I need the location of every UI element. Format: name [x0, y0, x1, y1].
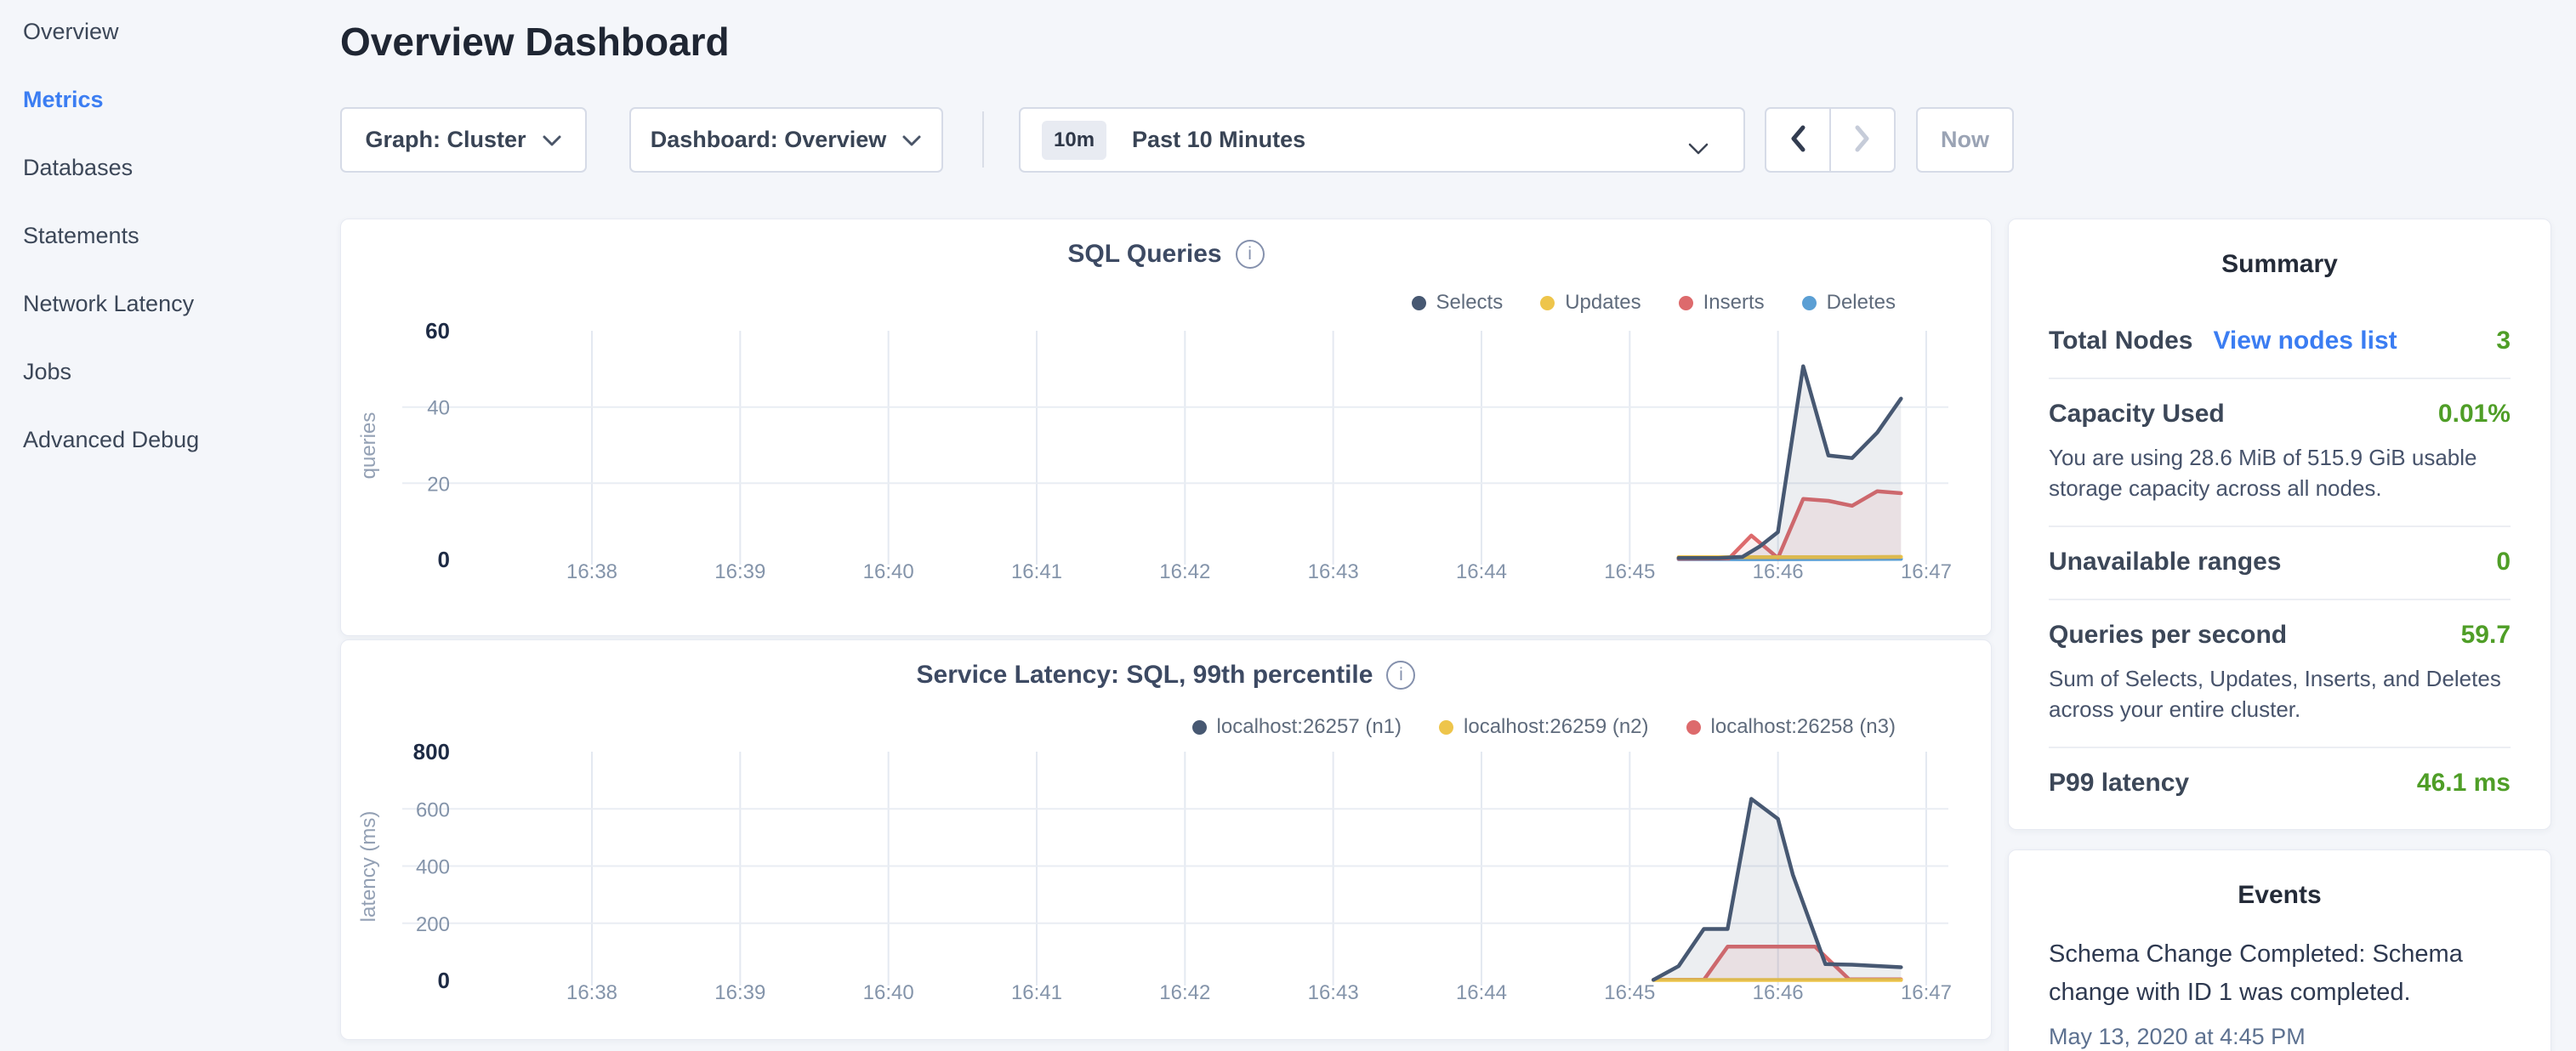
summary-row-value: 0.01% — [2438, 400, 2511, 429]
summary-row-label: Queries per second — [2049, 621, 2287, 650]
events-panel: Events Schema Change Completed: Schema c… — [2008, 849, 2551, 1051]
svg-text:16:44: 16:44 — [1456, 981, 1507, 1004]
svg-text:40: 40 — [427, 397, 450, 420]
svg-text:queries: queries — [357, 412, 380, 480]
summary-row-value: 0 — [2496, 548, 2511, 577]
time-range-badge: 10m — [1042, 121, 1106, 160]
view-nodes-list-link[interactable]: View nodes list — [2213, 327, 2397, 355]
svg-text:16:47: 16:47 — [1901, 981, 1952, 1004]
svg-text:400: 400 — [416, 856, 450, 879]
svg-text:600: 600 — [416, 798, 450, 821]
svg-text:0: 0 — [438, 547, 450, 572]
service-latency-chart[interactable]: 16:38 16:39 16:40 16:41 16:42 16:43 16:44 16:45… — [341, 640, 1993, 1041]
sql-queries-chart[interactable]: 16:38 16:39 16:40 16:41 16:42 16:43 16:44 16:45… — [341, 219, 1993, 637]
summary-panel: Summary Total Nodes View nodes list 3 Capac… — [2008, 219, 2551, 830]
chevron-down-icon — [901, 127, 922, 153]
svg-text:16:38: 16:38 — [566, 560, 617, 583]
events-title: Events — [2009, 881, 2550, 910]
sql-queries-chart-card: SQL Queries i SelectsUpdatesInsertsDelet… — [340, 219, 1992, 636]
svg-text:200: 200 — [416, 913, 450, 936]
graph-dropdown-label: Graph: Cluster — [365, 127, 526, 153]
svg-text:latency (ms): latency (ms) — [357, 811, 380, 923]
summary-row-label: P99 latency — [2049, 769, 2189, 798]
event-timestamp: May 13, 2020 at 4:45 PM — [2049, 1024, 2511, 1050]
event-message: Schema Change Completed: Schema change w… — [2049, 935, 2516, 1012]
svg-text:16:45: 16:45 — [1604, 560, 1655, 583]
summary-row: Unavailable ranges 0 — [2049, 548, 2511, 577]
summary-row-subtext: You are using 28.6 MiB of 515.9 GiB usab… — [2049, 442, 2511, 503]
summary-row: Capacity Used 0.01% — [2049, 400, 2511, 429]
sidebar-item-jobs[interactable]: Jobs — [23, 357, 312, 386]
summary-row-value: 3 — [2496, 327, 2511, 355]
sidebar-item-network-latency[interactable]: Network Latency — [23, 289, 312, 318]
chevron-down-icon — [1687, 135, 1709, 162]
summary-row: Queries per second 59.7 — [2049, 621, 2511, 650]
summary-row-value: 46.1 ms — [2417, 769, 2511, 798]
sidebar-item-advanced-debug[interactable]: Advanced Debug — [23, 425, 312, 454]
summary-row: P99 latency 46.1 ms — [2049, 769, 2511, 798]
service-latency-chart-card: Service Latency: SQL, 99th percentile i … — [340, 639, 1992, 1040]
page: Overview Metrics Databases Statements Networ… — [0, 0, 2576, 1051]
summary-row-label: Capacity Used — [2049, 400, 2225, 429]
svg-text:16:44: 16:44 — [1456, 560, 1507, 583]
summary-title: Summary — [2009, 250, 2550, 279]
time-pager — [1765, 107, 1896, 173]
chevron-left-icon — [1788, 124, 1807, 156]
summary-row-subtext: Sum of Selects, Updates, Inserts, and De… — [2049, 663, 2511, 724]
dashboard-dropdown[interactable]: Dashboard: Overview — [629, 107, 943, 173]
svg-text:16:41: 16:41 — [1011, 560, 1062, 583]
time-range-label: Past 10 Minutes — [1132, 127, 1305, 153]
time-range-dropdown[interactable]: 10m Past 10 Minutes — [1019, 107, 1745, 173]
graph-dropdown[interactable]: Graph: Cluster — [340, 107, 587, 173]
sidebar-nav: Overview Metrics Databases Statements Networ… — [23, 17, 312, 493]
svg-text:16:43: 16:43 — [1308, 560, 1359, 583]
now-button[interactable]: Now — [1916, 107, 2014, 173]
svg-text:0: 0 — [438, 968, 450, 993]
svg-text:16:40: 16:40 — [863, 560, 914, 583]
summary-divider — [2049, 526, 2511, 527]
summary-divider — [2049, 747, 2511, 748]
chevron-down-icon — [542, 127, 562, 153]
summary-row-label: Total Nodes — [2049, 327, 2192, 355]
svg-text:16:46: 16:46 — [1753, 981, 1804, 1004]
chevron-right-icon — [1853, 124, 1872, 156]
summary-row: Total Nodes View nodes list 3 — [2049, 327, 2511, 355]
svg-text:16:39: 16:39 — [714, 981, 765, 1004]
page-title: Overview Dashboard — [340, 19, 730, 65]
svg-text:16:47: 16:47 — [1901, 560, 1952, 583]
svg-text:16:41: 16:41 — [1011, 981, 1062, 1004]
svg-text:16:42: 16:42 — [1159, 560, 1210, 583]
summary-divider — [2049, 378, 2511, 379]
prev-time-button[interactable] — [1766, 109, 1831, 171]
svg-text:60: 60 — [425, 318, 450, 344]
sidebar-item-databases[interactable]: Databases — [23, 153, 312, 182]
summary-divider — [2049, 599, 2511, 600]
svg-text:16:45: 16:45 — [1604, 981, 1655, 1004]
svg-text:800: 800 — [413, 739, 450, 764]
summary-row-label: Unavailable ranges — [2049, 548, 2281, 577]
summary-row-value: 59.7 — [2461, 621, 2511, 650]
sidebar-item-overview[interactable]: Overview — [23, 17, 312, 46]
svg-text:16:40: 16:40 — [863, 981, 914, 1004]
dashboard-dropdown-label: Dashboard: Overview — [651, 127, 887, 153]
svg-text:16:46: 16:46 — [1753, 560, 1804, 583]
sidebar-item-metrics[interactable]: Metrics — [23, 85, 312, 114]
next-time-button[interactable] — [1831, 109, 1894, 171]
svg-text:16:42: 16:42 — [1159, 981, 1210, 1004]
sidebar-item-statements[interactable]: Statements — [23, 221, 312, 250]
svg-text:16:43: 16:43 — [1308, 981, 1359, 1004]
svg-text:16:38: 16:38 — [566, 981, 617, 1004]
controls-divider — [982, 111, 984, 168]
svg-text:16:39: 16:39 — [714, 560, 765, 583]
svg-text:20: 20 — [427, 473, 450, 496]
